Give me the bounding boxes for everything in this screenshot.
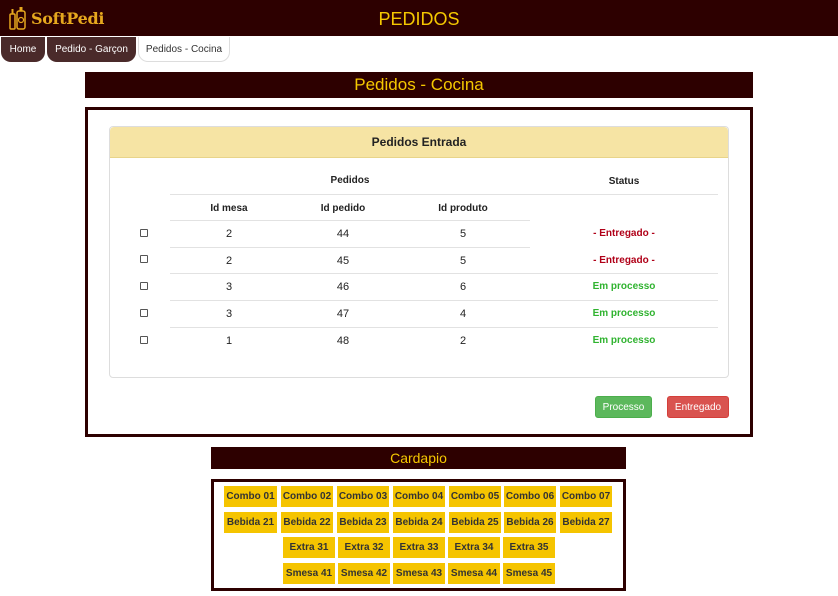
row-checkbox[interactable] bbox=[140, 282, 148, 290]
deliver-button[interactable]: Entregado bbox=[667, 396, 729, 418]
cell-id-pedido: 48 bbox=[336, 335, 350, 347]
menu-item-combo[interactable]: Combo 06 bbox=[504, 486, 556, 507]
cell-id-mesa: 1 bbox=[225, 335, 233, 347]
row-divider bbox=[170, 220, 530, 221]
menu-item-smesa[interactable]: Smesa 44 bbox=[448, 563, 500, 584]
cell-id-pedido: 46 bbox=[336, 281, 350, 293]
menu-item-bebida[interactable]: Bebida 22 bbox=[281, 512, 333, 533]
row-checkbox[interactable] bbox=[140, 336, 148, 344]
cell-id-mesa: 3 bbox=[225, 308, 233, 320]
status-header: Status bbox=[608, 176, 640, 187]
menu-item-smesa[interactable]: Smesa 45 bbox=[503, 563, 555, 584]
menu-item-combo[interactable]: Combo 05 bbox=[449, 486, 501, 507]
breadcrumb-pedidos-cocina[interactable]: Pedidos - Cocina bbox=[138, 37, 230, 62]
process-button[interactable]: Processo bbox=[595, 396, 652, 418]
menu-item-extra[interactable]: Extra 33 bbox=[393, 537, 445, 558]
menu-item-combo[interactable]: Combo 04 bbox=[393, 486, 445, 507]
menu-item-extra[interactable]: Extra 32 bbox=[338, 537, 390, 558]
row-divider bbox=[170, 327, 718, 328]
panel-title: Pedidos Entrada bbox=[110, 127, 728, 158]
row-checkbox[interactable] bbox=[140, 309, 148, 317]
cell-id-pedido: 45 bbox=[336, 255, 350, 267]
menu-item-combo[interactable]: Combo 07 bbox=[560, 486, 612, 507]
cardapio-title: Cardapio bbox=[211, 447, 626, 469]
breadcrumb-home[interactable]: Home bbox=[1, 37, 45, 62]
menu-item-smesa[interactable]: Smesa 43 bbox=[393, 563, 445, 584]
status-badge: Em processo bbox=[592, 281, 656, 292]
status-badge: Em processo bbox=[592, 308, 656, 319]
menu-item-bebida[interactable]: Bebida 23 bbox=[337, 512, 389, 533]
menu-item-bebida[interactable]: Bebida 27 bbox=[560, 512, 612, 533]
menu-item-bebida[interactable]: Bebida 25 bbox=[449, 512, 501, 533]
status-badge: Em processo bbox=[592, 335, 656, 346]
cell-id-produto: 5 bbox=[459, 228, 467, 240]
status-badge: - Entregado - bbox=[593, 228, 655, 239]
col-id-mesa: Id mesa bbox=[210, 203, 248, 214]
page-title: Pedidos - Cocina bbox=[85, 72, 753, 98]
cell-id-produto: 2 bbox=[459, 335, 467, 347]
breadcrumb-pedido-garcon[interactable]: Pedido - Garçon bbox=[47, 37, 136, 62]
menu-item-extra[interactable]: Extra 35 bbox=[503, 537, 555, 558]
menu-item-smesa[interactable]: Smesa 41 bbox=[283, 563, 335, 584]
row-divider bbox=[170, 273, 718, 274]
cell-id-pedido: 47 bbox=[336, 308, 350, 320]
status-badge: - Entregado - bbox=[593, 255, 655, 266]
menu-item-extra[interactable]: Extra 31 bbox=[283, 537, 335, 558]
row-divider bbox=[170, 300, 718, 301]
row-checkbox[interactable] bbox=[140, 255, 148, 263]
col-id-produto: Id produto bbox=[438, 203, 488, 214]
cell-id-mesa: 2 bbox=[225, 228, 233, 240]
menu-item-smesa[interactable]: Smesa 42 bbox=[338, 563, 390, 584]
menu-item-extra[interactable]: Extra 34 bbox=[448, 537, 500, 558]
menu-item-combo[interactable]: Combo 01 bbox=[224, 486, 277, 507]
menu-item-combo[interactable]: Combo 03 bbox=[337, 486, 389, 507]
menu-item-bebida[interactable]: Bebida 21 bbox=[224, 512, 277, 533]
cell-id-produto: 6 bbox=[459, 281, 467, 293]
row-checkbox[interactable] bbox=[140, 229, 148, 237]
col-id-pedido: Id pedido bbox=[320, 203, 366, 214]
top-bar: SoftPedi PEDIDOS bbox=[0, 0, 838, 36]
app-title: PEDIDOS bbox=[378, 9, 460, 29]
cell-id-mesa: 2 bbox=[225, 255, 233, 267]
menu-item-bebida[interactable]: Bebida 26 bbox=[504, 512, 556, 533]
pedidos-group-header: Pedidos bbox=[330, 175, 370, 186]
cell-id-produto: 5 bbox=[459, 255, 467, 267]
cell-id-mesa: 3 bbox=[225, 281, 233, 293]
header-divider bbox=[170, 194, 718, 195]
cell-id-pedido: 44 bbox=[336, 228, 350, 240]
menu-item-bebida[interactable]: Bebida 24 bbox=[393, 512, 445, 533]
row-divider bbox=[170, 247, 530, 248]
cell-id-produto: 4 bbox=[459, 308, 467, 320]
menu-item-combo[interactable]: Combo 02 bbox=[281, 486, 333, 507]
